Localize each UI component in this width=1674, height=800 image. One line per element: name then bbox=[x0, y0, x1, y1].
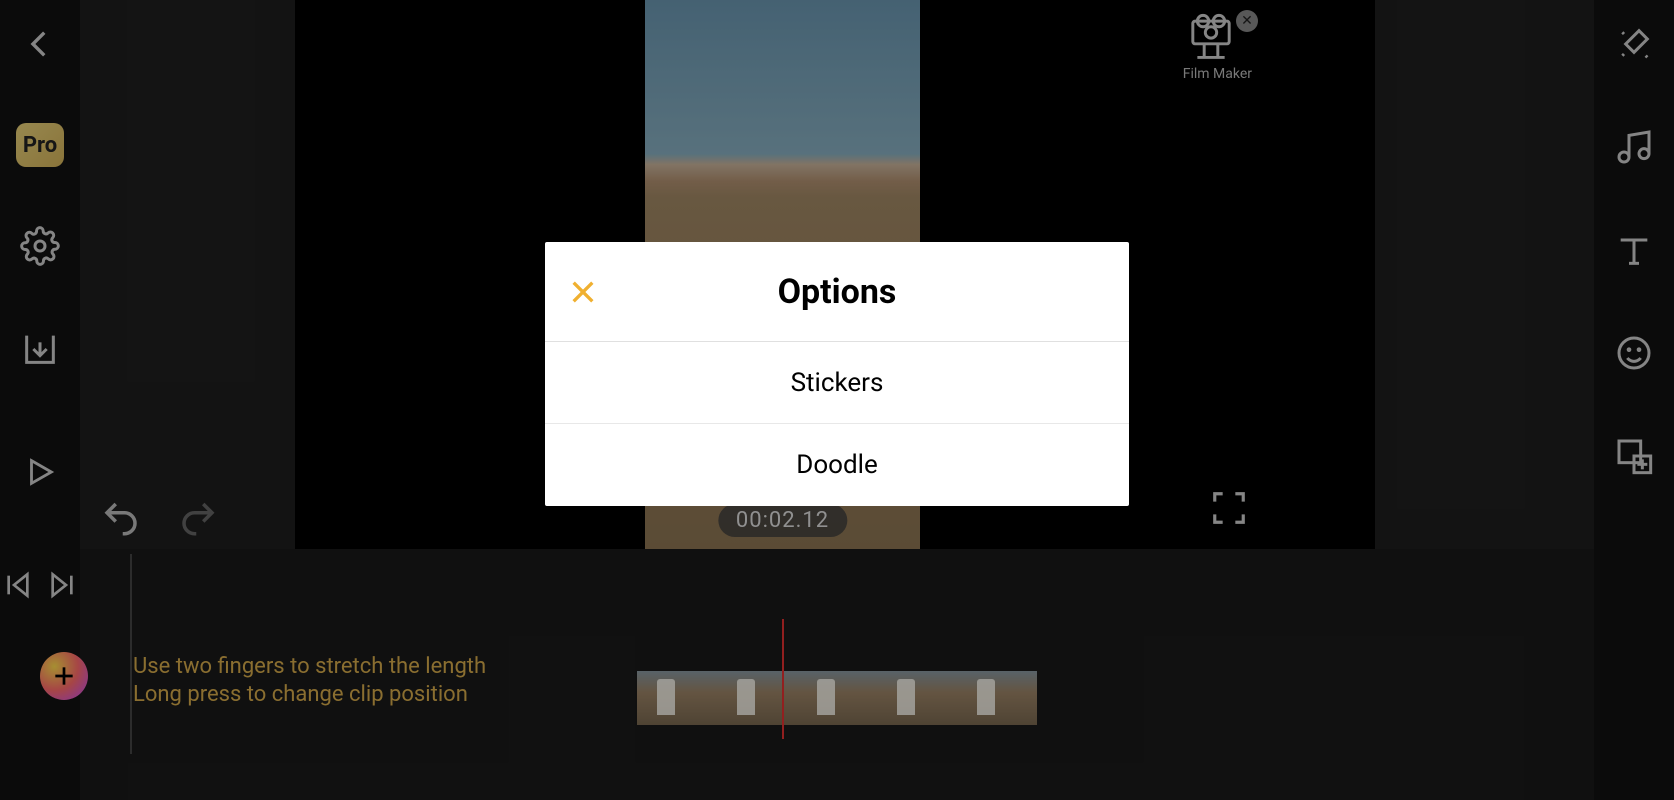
modal-option-doodle[interactable]: Doodle bbox=[545, 424, 1129, 506]
modal-overlay[interactable]: Options Stickers Doodle bbox=[0, 0, 1674, 800]
modal-close-button[interactable] bbox=[567, 276, 599, 308]
modal-title: Options bbox=[778, 272, 897, 312]
modal-option-stickers[interactable]: Stickers bbox=[545, 342, 1129, 424]
options-modal: Options Stickers Doodle bbox=[545, 242, 1129, 506]
